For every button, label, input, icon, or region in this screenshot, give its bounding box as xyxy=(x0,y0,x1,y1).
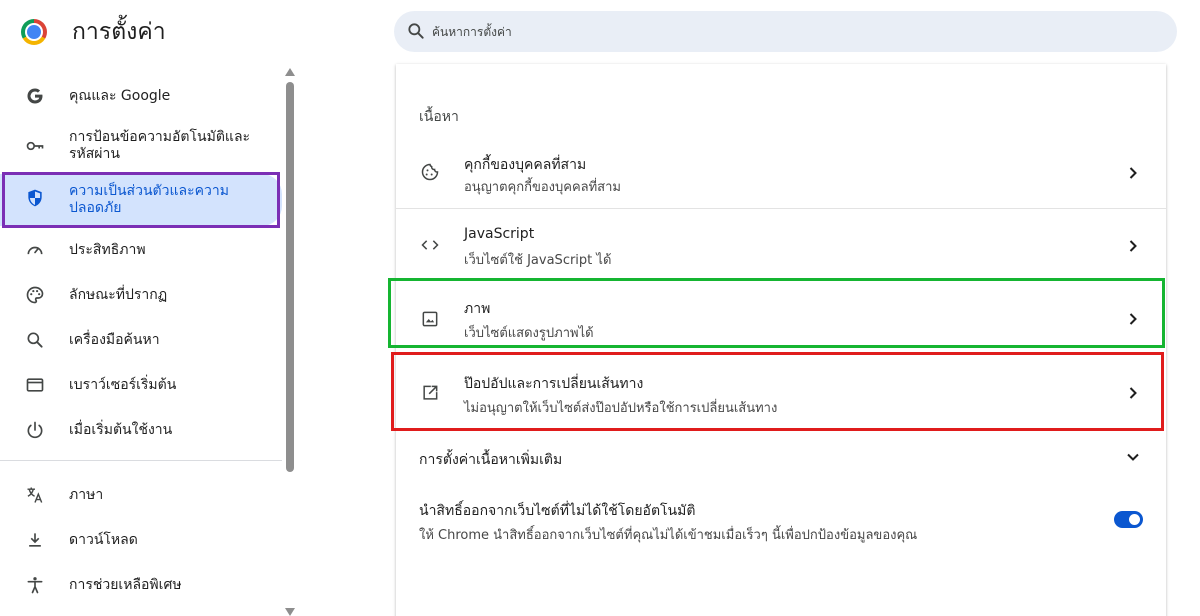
code-icon xyxy=(421,240,439,250)
speedometer-icon xyxy=(27,246,43,255)
sidebar-item-label: ลักษณะที่ปรากฏ xyxy=(69,287,168,303)
chrome-logo-icon xyxy=(21,19,47,45)
chevron-down-icon xyxy=(1127,453,1139,461)
more-content-settings[interactable]: การตั้งค่าเนื้อหาเพิ่มเติม xyxy=(396,432,1166,482)
highlight-box-purple xyxy=(2,172,280,228)
row-title: JavaScript xyxy=(464,226,535,242)
row-third-party-cookies[interactable]: คุกกี้ของบุคคลที่สาม อนุญาตคุกกี้ของบุคค… xyxy=(396,138,1166,208)
sidebar-item-autofill[interactable]: การป้อนข้อความอัตโนมัติและรหัสผ่าน xyxy=(0,126,282,166)
toggle-knob xyxy=(1129,514,1140,525)
download-icon xyxy=(29,533,41,547)
chevron-right-icon xyxy=(1129,167,1137,179)
google-g-icon xyxy=(27,88,43,104)
search-input[interactable] xyxy=(432,11,1132,52)
sidebar-item-accessibility[interactable]: การช่วยเหลือพิเศษ xyxy=(0,569,282,601)
scroll-up-arrow-icon[interactable] xyxy=(285,68,295,76)
row-title: นำสิทธิ์ออกจากเว็บไซต์ที่ไม่ได้ใช้โดยอัต… xyxy=(419,503,696,519)
sidebar: คุณและ Google การป้อนข้อความอัตโนมัติและ… xyxy=(0,64,298,616)
scroll-thumb[interactable] xyxy=(286,82,294,472)
sidebar-item-label: การช่วยเหลือพิเศษ xyxy=(69,577,182,593)
cookie-icon xyxy=(421,163,439,181)
sidebar-divider xyxy=(0,460,282,461)
sidebar-item-label: ดาวน์โหลด xyxy=(69,532,138,548)
auto-revoke-toggle[interactable] xyxy=(1114,511,1143,528)
sidebar-item-you-and-google[interactable]: คุณและ Google xyxy=(0,82,282,110)
sidebar-item-languages[interactable]: ภาษา xyxy=(0,479,282,511)
sidebar-item-search-engine[interactable]: เครื่องมือค้นหา xyxy=(0,324,282,356)
row-auto-revoke-permissions: นำสิทธิ์ออกจากเว็บไซต์ที่ไม่ได้ใช้โดยอัต… xyxy=(396,489,1166,549)
sidebar-item-label: ประสิทธิภาพ xyxy=(69,242,146,258)
row-subtitle: เว็บไซต์ใช้ JavaScript ได้ xyxy=(464,253,612,268)
power-icon xyxy=(27,421,43,439)
key-icon xyxy=(26,141,44,151)
row-subtitle: อนุญาตคุกกี้ของบุคคลที่สาม xyxy=(464,180,621,195)
palette-icon xyxy=(26,286,44,304)
search-icon xyxy=(408,23,424,39)
sidebar-item-default-browser[interactable]: เบราว์เซอร์เริ่มต้น xyxy=(0,369,282,401)
header: การตั้งค่า xyxy=(0,0,1200,64)
sidebar-item-label: คุณและ Google xyxy=(69,88,171,104)
search-bar[interactable] xyxy=(394,11,1177,52)
sidebar-item-performance[interactable]: ประสิทธิภาพ xyxy=(0,234,282,266)
sidebar-scrollbar[interactable] xyxy=(283,64,297,616)
sidebar-item-appearance[interactable]: ลักษณะที่ปรากฏ xyxy=(0,279,282,311)
row-title: คุกกี้ของบุคคลที่สาม xyxy=(464,157,587,173)
chevron-right-icon xyxy=(1129,240,1137,252)
highlight-box-green xyxy=(388,278,1165,348)
sidebar-item-label: เบราว์เซอร์เริ่มต้น xyxy=(69,377,177,393)
row-javascript[interactable]: JavaScript เว็บไซต์ใช้ JavaScript ได้ xyxy=(396,209,1166,279)
section-title: เนื้อหา xyxy=(419,109,459,125)
translate-icon xyxy=(27,487,43,503)
more-settings-label: การตั้งค่าเนื้อหาเพิ่มเติม xyxy=(419,452,563,468)
sidebar-item-label: การป้อนข้อความอัตโนมัติและรหัสผ่าน xyxy=(69,129,251,162)
row-subtitle: ให้ Chrome นำสิทธิ์ออกจากเว็บไซต์ที่คุณไ… xyxy=(419,528,918,543)
sidebar-item-downloads[interactable]: ดาวน์โหลด xyxy=(0,524,282,556)
search-icon xyxy=(27,332,43,348)
page-title: การตั้งค่า xyxy=(72,19,166,45)
highlight-box-red xyxy=(391,352,1164,431)
sidebar-item-label: เมื่อเริ่มต้นใช้งาน xyxy=(69,422,173,438)
sidebar-item-label: เครื่องมือค้นหา xyxy=(69,332,160,348)
sidebar-item-label: ภาษา xyxy=(69,487,104,503)
sidebar-item-on-startup[interactable]: เมื่อเริ่มต้นใช้งาน xyxy=(0,414,282,446)
browser-icon xyxy=(26,378,44,392)
scroll-down-arrow-icon[interactable] xyxy=(285,608,295,616)
accessibility-icon xyxy=(27,577,43,594)
